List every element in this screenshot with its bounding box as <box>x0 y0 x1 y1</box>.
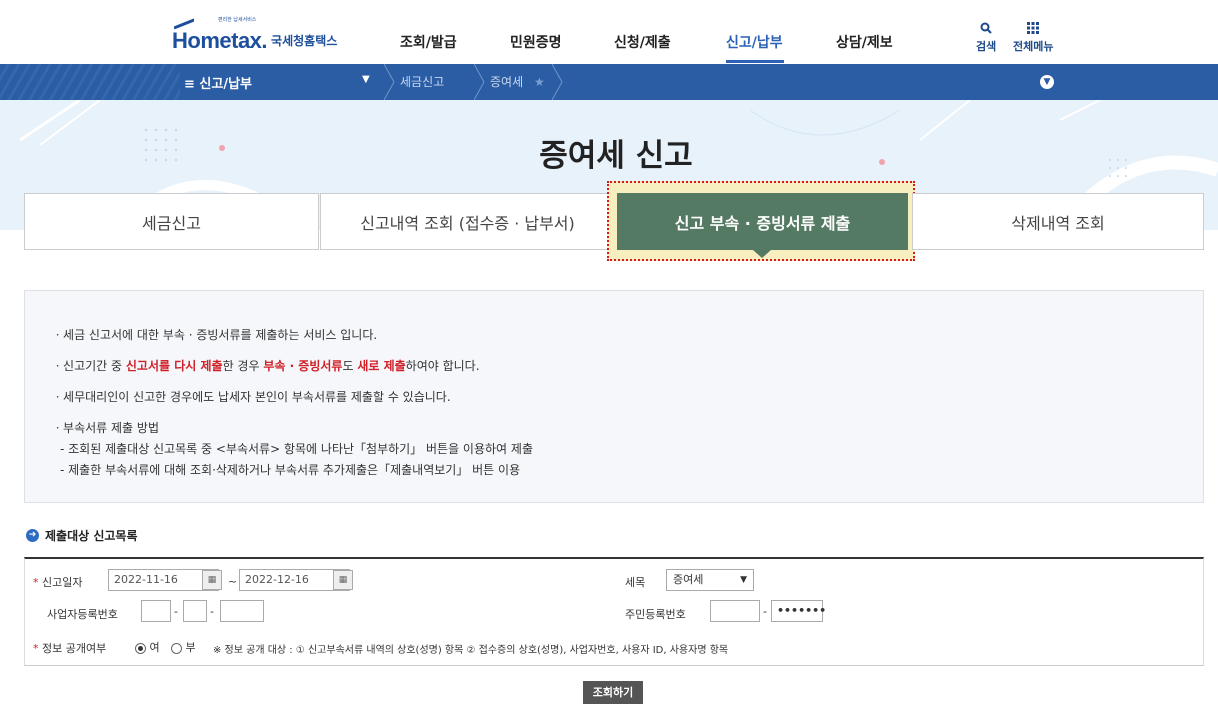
chevron-down-icon: ▼ <box>740 575 747 585</box>
public-yes-option[interactable]: 여 <box>135 639 160 655</box>
bizno-dash: - <box>210 605 214 618</box>
caret-down-icon[interactable]: ▼ <box>362 74 370 85</box>
search-button[interactable]: 검색 <box>976 22 996 54</box>
info-line: ㆍ세무대리인이 신고한 경우에도 납세자 본인이 부속서류를 제출할 수 있습니… <box>52 390 451 404</box>
breadcrumb-separator-icon <box>474 64 485 100</box>
calendar-icon[interactable]: ▦ <box>202 570 222 590</box>
favorite-star-icon[interactable]: ★ <box>534 64 545 100</box>
bizno-part1-input[interactable] <box>141 600 171 622</box>
date-range-tilde: ~ <box>228 575 238 588</box>
rrn-label: 주민등록번호 <box>625 608 686 621</box>
tab-filing-history[interactable]: 신고내역 조회 (접수증 · 납부서) <box>320 193 615 250</box>
breadcrumb-separator-icon <box>552 64 563 100</box>
bizno-part3-input[interactable] <box>220 600 264 622</box>
public-note: ※ 정보 공개 대상 : ① 신고부속서류 내역의 상호(성명) 항목 ② 접수… <box>213 645 729 656</box>
gnb-application[interactable]: 신청/제출 <box>614 32 671 52</box>
info-box: ㆍ세금 신고서에 대한 부속 · 증빙서류를 제출하는 서비스 입니다. ㆍ신고… <box>24 290 1204 503</box>
rrn-dash: - <box>763 605 767 618</box>
rrn-back-input[interactable]: ••••••• <box>771 600 826 622</box>
logo-house-icon <box>174 18 194 30</box>
info-line: ㆍ신고기간 중 신고서를 다시 제출한 경우 부속 · 증빙서류도 새로 제출하… <box>52 359 480 373</box>
info-subline: - 조회된 제출대상 신고목록 중 <부속서류> 항목에 나타난「첨부하기」 버… <box>60 442 533 456</box>
rrn-front-input[interactable] <box>710 600 760 622</box>
gnb-filing-payment[interactable]: 신고/납부 <box>726 32 783 52</box>
tab-tax-filing[interactable]: 세금신고 <box>24 193 319 250</box>
tax-type-label: 세목 <box>625 576 646 589</box>
chevron-down-icon[interactable]: ▼ <box>1040 75 1054 89</box>
tab-deleted-history[interactable]: 삭제내역 조회 <box>912 193 1204 250</box>
public-label: * 정보 공개여부 <box>33 642 107 655</box>
breadcrumb-separator-icon <box>384 64 395 100</box>
search-icon <box>976 22 996 38</box>
public-no-option[interactable]: 부 <box>171 639 196 655</box>
page-title: 증여세 신고 <box>539 138 693 174</box>
search-form: * 신고일자 2022-11-16 ▦ ~ 2022-12-16 ▦ 세목 증여… <box>24 557 1204 666</box>
tab-attachment-submit[interactable]: 신고 부속 · 증빙서류 제출 <box>617 193 908 250</box>
section-title: ➜ 제출대상 신고목록 <box>26 527 138 544</box>
bizno-label: 사업자등록번호 <box>47 608 118 621</box>
active-tab-arrow <box>753 250 771 258</box>
date-label: * 신고일자 <box>33 576 83 589</box>
gnb-inquiry[interactable]: 조회/발급 <box>400 32 457 52</box>
bizno-dash: - <box>174 605 178 618</box>
info-line: ㆍ세금 신고서에 대한 부속 · 증빙서류를 제출하는 서비스 입니다. <box>52 328 378 342</box>
breadcrumb-gift-tax[interactable]: 증여세 <box>490 64 523 100</box>
logo-subtext: 국세청홈택스 <box>271 34 338 48</box>
search-submit-button[interactable]: 조회하기 <box>583 681 643 704</box>
gnb-active-underline <box>726 60 784 63</box>
tax-type-select[interactable]: 증여세 ▼ <box>666 569 754 591</box>
all-menu-label: 전체메뉴 <box>1013 40 1054 53</box>
nav-menu-dropdown[interactable]: ≡ 신고/납부 <box>184 73 252 92</box>
calendar-icon[interactable]: ▦ <box>333 570 353 590</box>
bizno-part2-input[interactable] <box>183 600 207 622</box>
logo-tagline: 편리한 납세서비스 <box>218 17 257 23</box>
search-label: 검색 <box>976 40 997 53</box>
breadcrumb-tax-filing[interactable]: 세금신고 <box>400 64 444 100</box>
info-line: ㆍ부속서류 제출 방법 <box>52 421 159 435</box>
grid-menu-icon <box>1013 22 1053 38</box>
top-header: 편리한 납세서비스 Hometax. 국세청홈택스 조회/발급 민원증명 신청/… <box>0 0 1218 64</box>
all-menu-button[interactable]: 전체메뉴 <box>1013 22 1053 54</box>
gnb-certificate[interactable]: 민원증명 <box>510 32 562 52</box>
gnb-consult[interactable]: 상담/제보 <box>836 32 893 52</box>
radio-yes[interactable] <box>135 642 146 654</box>
location-navbar: ≡ 신고/납부 ▼ 세금신고 증여세 ★ ▼ <box>0 64 1218 100</box>
hometax-logo[interactable]: 편리한 납세서비스 Hometax. 국세청홈택스 <box>172 17 338 52</box>
arrow-right-icon: ➜ <box>26 529 39 542</box>
navbar-decoration <box>0 64 180 100</box>
radio-no[interactable] <box>171 642 182 654</box>
info-subline: - 제출한 부속서류에 대해 조회·삭제하거나 부속서류 추가제출은「제출내역보… <box>60 463 521 477</box>
